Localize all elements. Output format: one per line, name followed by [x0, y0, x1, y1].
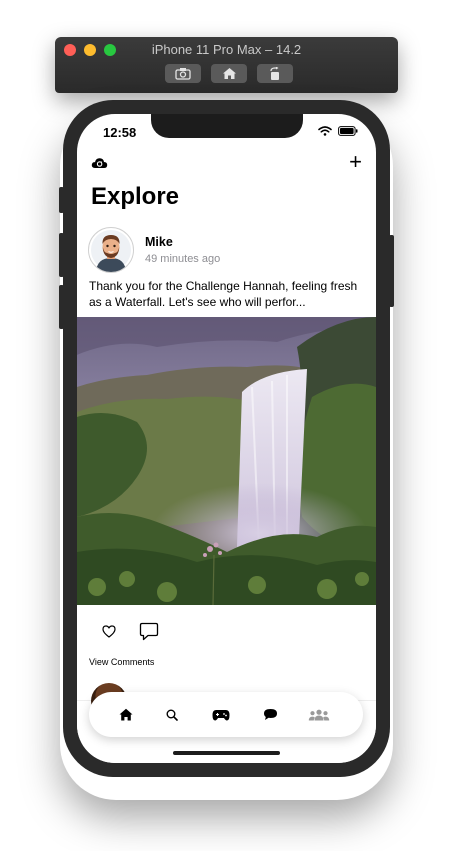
tab-chat[interactable] [250, 692, 290, 737]
post-timestamp: 49 minutes ago [145, 253, 221, 265]
waterfall-photo[interactable] [77, 317, 376, 606]
wifi-icon [318, 126, 332, 136]
post-author[interactable]: Mike [145, 235, 173, 249]
screenshot-button[interactable] [165, 64, 201, 83]
tab-search[interactable] [152, 692, 192, 737]
rotate-button[interactable] [257, 64, 293, 83]
home-indicator [173, 751, 280, 755]
status-time: 12:58 [103, 125, 137, 140]
tab-games[interactable] [201, 692, 241, 737]
tab-people[interactable] [299, 692, 339, 737]
post-caption: Thank you for the Challenge Hannah, feel… [89, 279, 358, 309]
avatar[interactable] [88, 227, 134, 273]
home-icon [119, 708, 133, 721]
people-icon [308, 709, 330, 720]
heart-icon [102, 625, 116, 638]
gamepad-icon [212, 709, 230, 720]
app-screen: 12:58 + Explore Mike 49 minutes ago Than… [77, 114, 376, 763]
cloud-refresh-icon[interactable] [91, 156, 108, 174]
rotate-icon [270, 66, 279, 80]
volume-down-button [59, 285, 64, 329]
screenshot-icon [175, 68, 191, 80]
comment-button[interactable] [139, 622, 159, 646]
notch [151, 114, 303, 138]
home-button[interactable] [211, 64, 247, 83]
plus-icon: + [349, 149, 362, 174]
comment-icon [139, 622, 159, 641]
status-icons [318, 126, 358, 136]
battery-icon [338, 126, 358, 136]
simulator-toolbar: iPhone 11 Pro Max – 14.2 [55, 37, 398, 93]
view-comments-link[interactable]: View Comments [89, 657, 154, 667]
volume-up-button [59, 233, 64, 277]
chat-icon [263, 709, 277, 720]
home-icon [222, 68, 236, 79]
add-post-button[interactable]: + [349, 149, 362, 174]
search-icon [166, 709, 178, 721]
tab-bar [89, 692, 363, 737]
simulator-title: iPhone 11 Pro Max – 14.2 [151, 42, 302, 57]
tab-home[interactable] [106, 692, 146, 737]
mute-switch [59, 187, 64, 213]
like-button[interactable] [102, 625, 116, 643]
power-button [389, 235, 394, 307]
page-title: Explore [91, 183, 180, 210]
